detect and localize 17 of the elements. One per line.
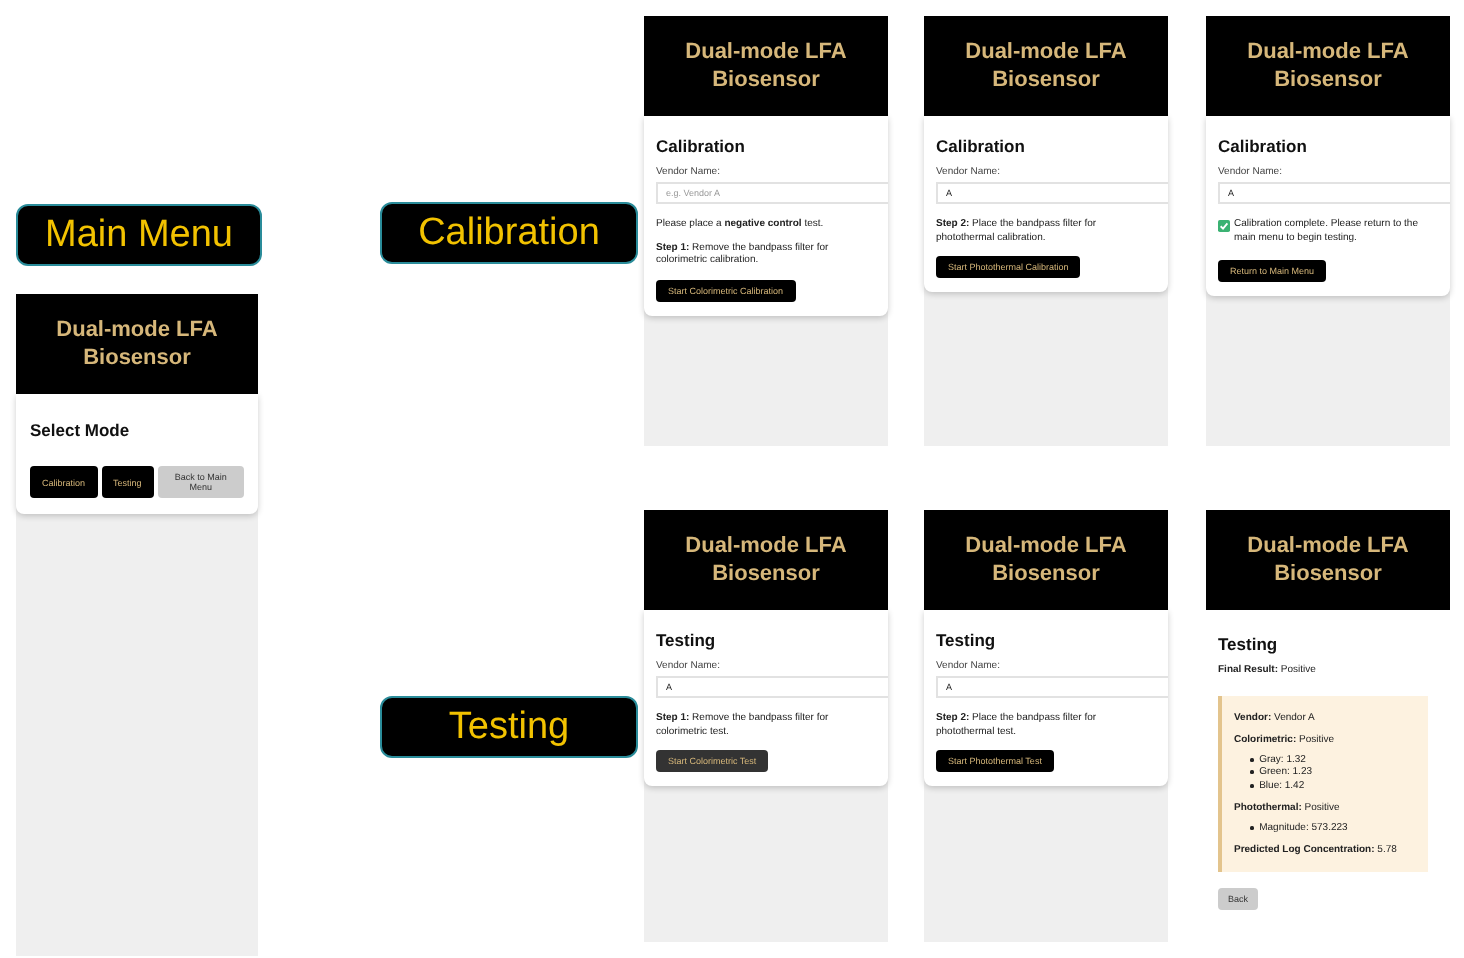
app-header: Dual-mode LFA Biosensor [1206,510,1450,610]
screen-title: Select Mode [30,420,130,440]
app-header: Dual-mode LFA Biosensor [1206,16,1450,116]
app-header: Dual-mode LFA Biosensor [924,16,1168,116]
app-header: Dual-mode LFA Biosensor [924,510,1168,610]
screen-title: Calibration [936,136,1025,156]
app-header: Dual-mode LFA Biosensor [644,16,888,116]
screen-title: Testing [656,630,716,650]
app-header: Dual-mode LFA Biosensor [644,510,888,610]
section-label: Testing [380,696,638,758]
screen-title: Testing [936,630,996,650]
section-label: Main Menu [16,204,262,266]
section-label: Calibration [380,202,638,264]
screen-title: Testing [1218,634,1278,654]
screen-title: Calibration [1218,136,1307,156]
app-header: Dual-mode LFA Biosensor [16,294,258,394]
screen-title: Calibration [656,136,745,156]
